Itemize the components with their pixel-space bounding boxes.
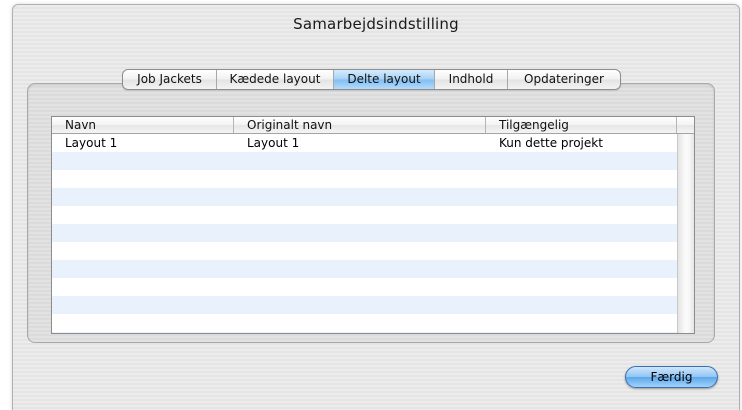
tab-bar: Job Jackets Kædede layout Delte layout I… <box>122 69 621 90</box>
table-header: Navn Originalt navn Tilgængelig <box>52 117 694 134</box>
empty-row <box>52 242 677 260</box>
column-header-availability[interactable]: Tilgængelig <box>486 117 677 133</box>
table-row[interactable]: Layout 1 Layout 1 Kun dette projekt <box>52 134 677 152</box>
done-button[interactable]: Færdig <box>625 366 718 388</box>
tab-job-jackets[interactable]: Job Jackets <box>123 70 217 89</box>
cell-availability: Kun dette projekt <box>499 136 603 150</box>
tab-linked-layouts[interactable]: Kædede layout <box>217 70 334 89</box>
table-body: Layout 1 Layout 1 Kun dette projekt <box>52 134 677 333</box>
empty-row <box>52 260 677 278</box>
empty-row <box>52 170 677 188</box>
tab-updates[interactable]: Opdateringer <box>508 70 620 89</box>
empty-row <box>52 314 677 332</box>
cell-original-name: Layout 1 <box>247 136 300 150</box>
shared-layouts-table: Navn Originalt navn Tilgængelig Layout 1… <box>51 116 695 334</box>
tab-content[interactable]: Indhold <box>435 70 508 89</box>
cell-name: Layout 1 <box>65 136 118 150</box>
empty-row <box>52 296 677 314</box>
empty-row <box>52 224 677 242</box>
tab-shared-layouts[interactable]: Delte layout <box>334 70 435 89</box>
empty-row <box>52 188 677 206</box>
empty-row <box>52 206 677 224</box>
empty-row <box>52 332 677 333</box>
window-title: Samarbejdsindstilling <box>293 15 459 33</box>
column-header-name[interactable]: Navn <box>52 117 234 133</box>
empty-row <box>52 278 677 296</box>
column-header-original-name[interactable]: Originalt navn <box>234 117 486 133</box>
vertical-scrollbar[interactable] <box>677 134 694 333</box>
empty-row <box>52 152 677 170</box>
header-corner <box>677 117 694 133</box>
